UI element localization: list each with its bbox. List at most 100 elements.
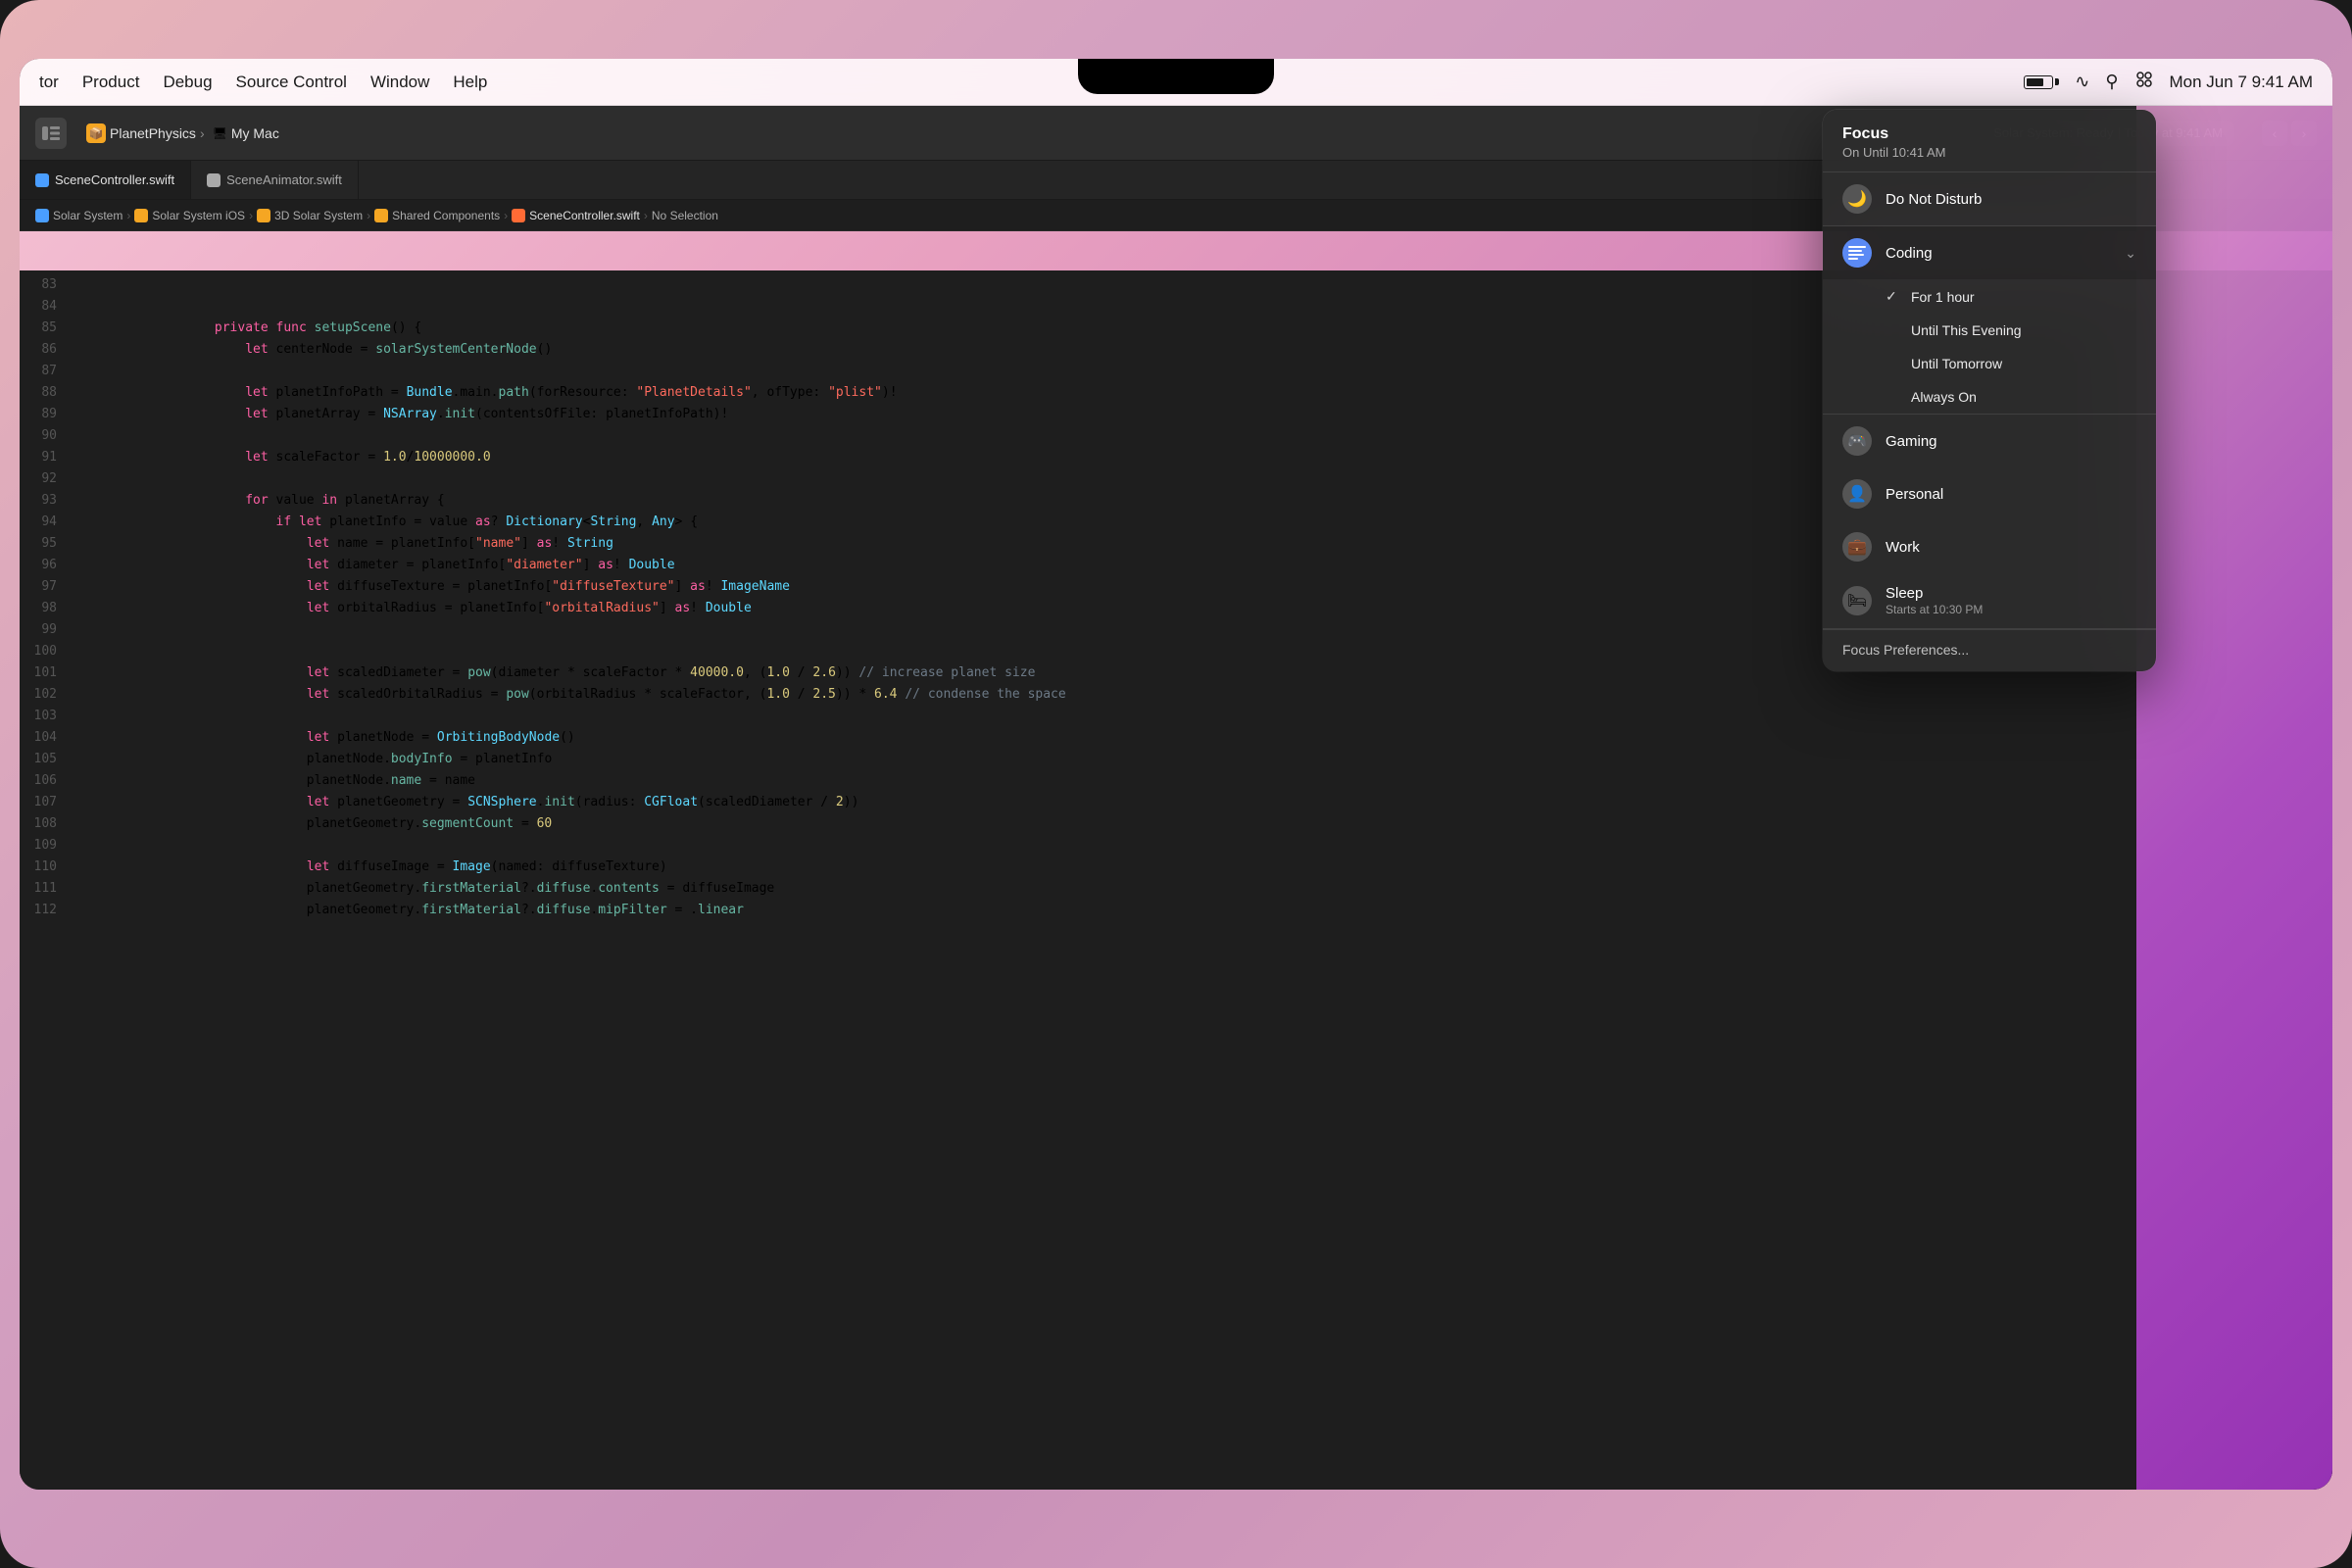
focus-item-sleep[interactable]: 🛏 Sleep Starts at 10:30 PM — [1823, 573, 2156, 628]
path-ios[interactable]: Solar System iOS — [152, 209, 245, 222]
line-84: 84 — [20, 296, 69, 318]
coding-subitems: ✓ For 1 hour Until This Evening Until To… — [1823, 279, 2156, 414]
path-3d[interactable]: 3D Solar System — [274, 209, 363, 222]
line-99: 99 — [20, 619, 69, 641]
line-112: 112 — [20, 900, 69, 921]
line-87: 87 — [20, 361, 69, 382]
line-96: 96 — [20, 555, 69, 576]
path-sep-3: › — [367, 209, 370, 222]
focus-title: Focus — [1842, 125, 2136, 143]
coding-sub-until-tomorrow[interactable]: Until Tomorrow — [1823, 347, 2156, 380]
line-107: 107 — [20, 792, 69, 813]
coding-sub-until-evening[interactable]: Until This Evening — [1823, 314, 2156, 347]
focus-item-coding[interactable]: Coding ⌄ — [1823, 226, 2156, 279]
focus-item-work[interactable]: 💼 Work — [1823, 520, 2156, 573]
line-83: 83 — [20, 274, 69, 296]
line-105: 105 — [20, 749, 69, 770]
project-name: PlanetPhysics — [110, 125, 196, 141]
check-always-on — [1886, 389, 1901, 405]
work-label: Work — [1886, 539, 2136, 556]
dnd-label: Do Not Disturb — [1886, 191, 2136, 208]
focus-preferences-button[interactable]: Focus Preferences... — [1823, 629, 2156, 671]
menu-bar-right: ∿ ⚲ Mon Jun 7 9:41 AM — [2024, 70, 2313, 94]
menu-window[interactable]: Window — [370, 73, 429, 92]
menu-source-control[interactable]: Source Control — [236, 73, 347, 92]
line-92: 92 — [20, 468, 69, 490]
check-until-tomorrow — [1886, 356, 1901, 371]
line-numbers: 83 84 85 86 87 88 89 90 91 92 93 94 95 9… — [20, 270, 69, 1490]
line-88: 88 — [20, 382, 69, 404]
line-95: 95 — [20, 533, 69, 555]
sidebar-toggle-button[interactable] — [35, 118, 67, 149]
menu-debug[interactable]: Debug — [163, 73, 212, 92]
personal-label: Personal — [1886, 486, 2136, 503]
coding-expand-icon: ⌄ — [2125, 245, 2136, 262]
line-104: 104 — [20, 727, 69, 749]
line-86: 86 — [20, 339, 69, 361]
line-111: 111 — [20, 878, 69, 900]
focus-preferences-label: Focus Preferences... — [1842, 642, 1969, 658]
path-proj-icon — [35, 209, 49, 222]
sleep-info: Sleep Starts at 10:30 PM — [1886, 585, 1983, 616]
menu-help[interactable]: Help — [453, 73, 487, 92]
path-file[interactable]: SceneController.swift — [529, 209, 640, 222]
line-100: 100 — [20, 641, 69, 662]
line-103: 103 — [20, 706, 69, 727]
coding-sub-for-1-hour[interactable]: ✓ For 1 hour — [1823, 279, 2156, 314]
laptop-frame: tor Product Debug Source Control Window … — [0, 0, 2352, 1568]
dnd-icon: 🌙 — [1842, 184, 1872, 214]
line-91: 91 — [20, 447, 69, 468]
xcode-toolbar-left: 📦 PlanetPhysics › 🖥 My Mac — [86, 123, 1970, 143]
label-until-evening: Until This Evening — [1911, 322, 2022, 338]
gaming-label: Gaming — [1886, 433, 2136, 450]
sleep-sublabel: Starts at 10:30 PM — [1886, 603, 1983, 616]
focus-item-personal[interactable]: 👤 Personal — [1823, 467, 2156, 520]
line-101: 101 — [20, 662, 69, 684]
desktop-peek — [2136, 106, 2332, 1490]
coding-icon — [1842, 238, 1872, 268]
label-until-tomorrow: Until Tomorrow — [1911, 356, 2002, 371]
focus-item-gaming[interactable]: 🎮 Gaming — [1823, 415, 2156, 467]
path-folder-icon-1 — [134, 209, 148, 222]
path-sep-4: › — [504, 209, 508, 222]
line-94: 94 — [20, 512, 69, 533]
work-icon: 💼 — [1842, 532, 1872, 562]
label-for-1-hour: For 1 hour — [1911, 289, 1975, 305]
sleep-icon: 🛏 — [1842, 586, 1872, 615]
line-97: 97 — [20, 576, 69, 598]
line-108: 108 — [20, 813, 69, 835]
menu-bar-datetime: Mon Jun 7 9:41 AM — [2170, 73, 2313, 92]
path-folder-icon-2 — [257, 209, 270, 222]
line-109: 109 — [20, 835, 69, 857]
path-sep-2: › — [249, 209, 253, 222]
project-breadcrumb: 📦 PlanetPhysics › 🖥 My Mac — [86, 123, 279, 143]
focus-header: Focus On Until 10:41 AM — [1823, 110, 2156, 172]
path-selection[interactable]: No Selection — [652, 209, 718, 222]
tab-scene-animator[interactable]: SceneAnimator.swift — [191, 161, 359, 199]
path-shared[interactable]: Shared Components — [392, 209, 500, 222]
path-solar-system[interactable]: Solar System — [53, 209, 122, 222]
wifi-icon: ∿ — [2075, 72, 2089, 92]
project-icon: 📦 — [86, 123, 106, 143]
line-106: 106 — [20, 770, 69, 792]
line-110: 110 — [20, 857, 69, 878]
menu-app-truncated[interactable]: tor — [39, 73, 59, 92]
device-name: My Mac — [231, 125, 279, 141]
check-for-1-hour: ✓ — [1886, 288, 1901, 305]
search-icon[interactable]: ⚲ — [2105, 72, 2118, 92]
line-98: 98 — [20, 598, 69, 619]
focus-dropdown: Focus On Until 10:41 AM 🌙 Do Not Disturb — [1823, 110, 2156, 671]
breadcrumb-sep-1: › — [200, 125, 205, 141]
code-line-103: let planetNode = OrbitingBodyNode() — [69, 706, 2332, 727]
tab-label-1: SceneController.swift — [55, 172, 174, 187]
path-sep-5: › — [644, 209, 648, 222]
swift-file-icon-2 — [207, 173, 220, 187]
focus-item-dnd[interactable]: 🌙 Do Not Disturb — [1823, 172, 2156, 225]
menu-product[interactable]: Product — [82, 73, 140, 92]
coding-sub-always-on[interactable]: Always On — [1823, 380, 2156, 414]
control-center-icon[interactable] — [2134, 70, 2154, 94]
swift-file-icon-1 — [35, 173, 49, 187]
code-line-109: let diffuseImage = Image(named: diffuseT… — [69, 835, 2332, 857]
line-102: 102 — [20, 684, 69, 706]
tab-scene-controller[interactable]: SceneController.swift — [20, 161, 191, 199]
